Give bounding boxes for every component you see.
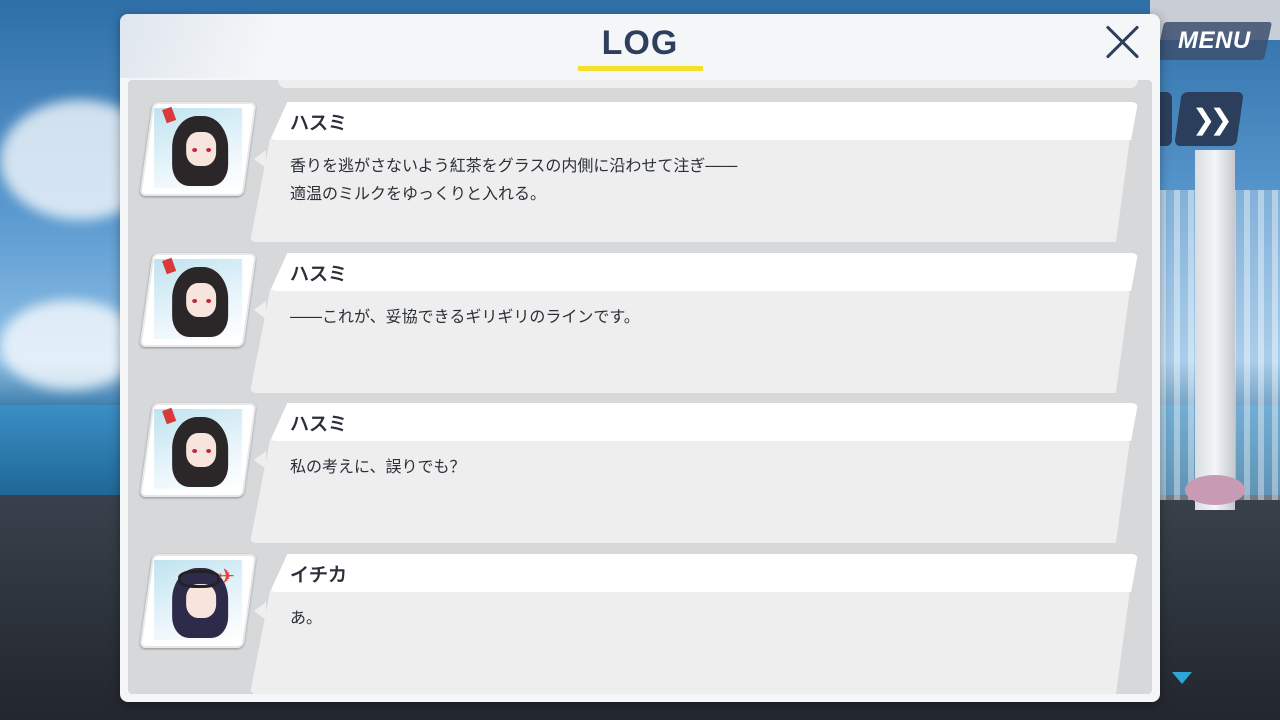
title-underline <box>578 66 703 71</box>
menu-button[interactable]: MENU <box>1155 22 1273 60</box>
speaker-name-bar <box>270 102 1138 140</box>
message-pointer <box>254 602 266 620</box>
log-entry: ハスミ 私の考えに、誤りでも？ <box>128 399 1152 543</box>
hasumi-portrait-icon <box>139 253 257 347</box>
message-pointer <box>254 301 266 319</box>
previous-entry-edge <box>278 80 1138 88</box>
close-icon[interactable] <box>1102 22 1142 62</box>
message-pointer <box>254 150 266 168</box>
speaker-name: ハスミ <box>290 112 348 134</box>
hasumi-portrait-icon <box>139 403 257 497</box>
log-entry: ハスミ ――これが、妥協できるギリギリのラインです。 <box>128 249 1152 393</box>
log-entry: ✈ イチカ あ。 <box>128 550 1152 694</box>
log-title: LOG <box>601 24 679 62</box>
speaker-name-bar <box>270 403 1138 441</box>
message-pointer <box>254 451 266 469</box>
fast-forward-icon: ❯❯ <box>1191 102 1227 136</box>
speaker-name: ハスミ <box>290 263 348 285</box>
log-window: LOG ハスミ 香りを逃がさないよう紅茶をグラスの内側に沿わせて注ぎ―― 適温の… <box>120 14 1160 702</box>
hasumi-portrait-icon <box>139 102 257 196</box>
speaker-name-bar <box>270 253 1138 291</box>
message-text: 私の考えに、誤りでも？ <box>290 457 466 476</box>
speaker-name: イチカ <box>290 564 348 586</box>
ichika-portrait-icon: ✈ <box>139 554 257 648</box>
message-text: あ。 <box>290 608 323 627</box>
log-list[interactable]: ハスミ 香りを逃がさないよう紅茶をグラスの内側に沿わせて注ぎ―― 適温のミルクを… <box>128 80 1152 694</box>
speaker-name-bar <box>270 554 1138 592</box>
fast-forward-button[interactable]: ❯❯ <box>1174 92 1244 146</box>
menu-label: MENU <box>1177 27 1251 54</box>
background-cloud <box>0 300 140 390</box>
background-pillar <box>1195 150 1235 510</box>
log-entry: ハスミ 香りを逃がさないよう紅茶をグラスの内側に沿わせて注ぎ―― 適温のミルクを… <box>128 98 1152 242</box>
speaker-name: ハスミ <box>290 413 348 435</box>
background-cushion <box>1185 475 1245 505</box>
message-text: 香りを逃がさないよう紅茶をグラスの内側に沿わせて注ぎ―― 適温のミルクをゆっくり… <box>290 156 738 203</box>
next-indicator-icon <box>1172 672 1192 684</box>
message-text: ――これが、妥協できるギリギリのラインです。 <box>290 307 640 326</box>
